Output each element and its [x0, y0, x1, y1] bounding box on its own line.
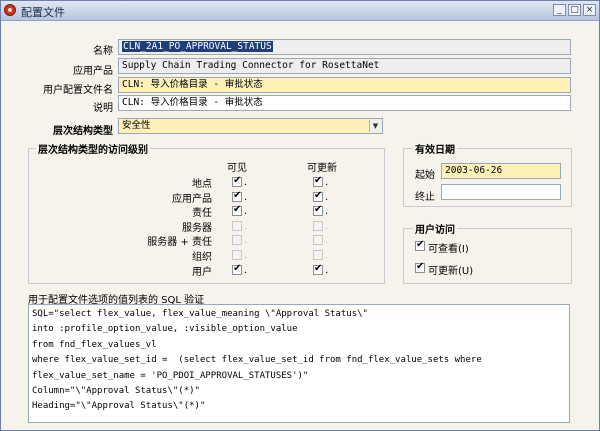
access-updatable-checkbox[interactable] [313, 190, 323, 202]
start-date-field[interactable]: 2003-06-26 [441, 163, 561, 179]
user-profile-name-label: 用户配置文件名 [43, 85, 113, 96]
chevron-down-icon[interactable]: ▼ [369, 120, 381, 132]
checkbox-dot: . [244, 235, 248, 246]
visible-column-header: 可见 [227, 163, 247, 174]
sql-line: from fnd_flex_values_vl [32, 339, 157, 350]
user-access-title: 用户访问 [413, 221, 457, 236]
profile-window: 配置文件 _ □ × 名称 CLN_2A1_PO_APPROVAL_STATUS… [0, 0, 600, 431]
sql-line: flex_value_set_name = 'PO_PDOI_APPROVAL_… [32, 370, 309, 381]
access-level-title: 层次结构类型的访问级别 [36, 141, 150, 156]
minimize-button[interactable]: _ [553, 4, 566, 16]
end-date-field[interactable] [441, 184, 561, 200]
access-visible-checkbox[interactable] [232, 175, 242, 187]
access-row-label: 服务器 + 责任 [147, 237, 212, 248]
sql-line: SQL="select flex_value, flex_value_meani… [32, 309, 368, 319]
maximize-button[interactable]: □ [568, 4, 581, 16]
checkbox-dot: . [325, 265, 329, 276]
access-updatable-checkbox[interactable] [313, 221, 323, 231]
can-update-checkbox[interactable] [415, 261, 425, 273]
sql-line: Heading="\"Approval Status\"(*)" [32, 401, 206, 412]
application-label: 应用产品 [73, 66, 113, 77]
checkbox-dot: . [244, 221, 248, 232]
sql-line: into :profile_option_value, :visible_opt… [32, 324, 298, 335]
start-date-label: 起始 [415, 170, 435, 181]
close-button[interactable]: × [583, 4, 596, 16]
title-bar: 配置文件 _ □ × [1, 1, 599, 21]
access-visible-checkbox[interactable] [232, 235, 242, 245]
checkbox-dot: . [244, 192, 248, 203]
access-visible-checkbox[interactable] [232, 221, 242, 231]
user-profile-name-field[interactable]: CLN: 导入价格目录 - 审批状态 [118, 77, 571, 93]
end-date-label: 终止 [415, 192, 435, 203]
access-visible-checkbox[interactable] [232, 250, 242, 260]
access-updatable-checkbox[interactable] [313, 235, 323, 245]
window-title: 配置文件 [21, 6, 65, 19]
hierarchy-type-value: 安全性 [122, 120, 151, 131]
access-row-label: 地点 [192, 179, 212, 190]
name-label: 名称 [93, 46, 113, 57]
access-row-label: 服务器 [182, 223, 212, 234]
sql-validation-textarea[interactable]: SQL="select flex_value, flex_value_meani… [28, 304, 570, 423]
oracle-app-icon [4, 4, 16, 16]
hierarchy-type-label: 层次结构类型 [53, 126, 113, 137]
access-row-label: 用户 [192, 267, 212, 278]
effective-date-title: 有效日期 [413, 141, 457, 156]
access-updatable-checkbox[interactable] [313, 250, 323, 260]
hierarchy-type-select[interactable]: 安全性 ▼ [118, 118, 383, 134]
sql-line: where flex_value_set_id = (select flex_v… [32, 355, 482, 366]
description-label: 说明 [93, 103, 113, 114]
sql-line: Column="\"Approval Status\"(*)" [32, 385, 200, 396]
checkbox-dot: . [244, 250, 248, 261]
checkbox-dot: . [325, 192, 329, 203]
checkbox-dot: . [244, 265, 248, 276]
checkbox-dot: . [325, 235, 329, 246]
updatable-column-header: 可更新 [307, 163, 337, 174]
can-view-label: 可查看(I) [428, 244, 469, 255]
checkbox-dot: . [325, 177, 329, 188]
access-row-label: 责任 [192, 208, 212, 219]
access-row-label: 组织 [192, 252, 212, 263]
access-updatable-checkbox[interactable] [313, 175, 323, 187]
application-field[interactable]: Supply Chain Trading Connector for Roset… [118, 58, 571, 74]
name-value: CLN_2A1_PO_APPROVAL_STATUS [122, 41, 273, 52]
name-field[interactable]: CLN_2A1_PO_APPROVAL_STATUS [118, 39, 571, 55]
checkbox-dot: . [244, 206, 248, 217]
checkbox-dot: . [325, 206, 329, 217]
can-view-checkbox[interactable] [415, 239, 425, 251]
can-update-label: 可更新(U) [428, 266, 474, 277]
description-field[interactable]: CLN: 导入价格目录 - 审批状态 [118, 95, 571, 111]
access-visible-checkbox[interactable] [232, 204, 242, 216]
checkbox-dot: . [325, 221, 329, 232]
access-updatable-checkbox[interactable] [313, 263, 323, 275]
checkbox-dot: . [244, 177, 248, 188]
checkbox-dot: . [325, 250, 329, 261]
access-row-label: 应用产品 [172, 194, 212, 205]
access-updatable-checkbox[interactable] [313, 204, 323, 216]
access-visible-checkbox[interactable] [232, 190, 242, 202]
access-visible-checkbox[interactable] [232, 263, 242, 275]
